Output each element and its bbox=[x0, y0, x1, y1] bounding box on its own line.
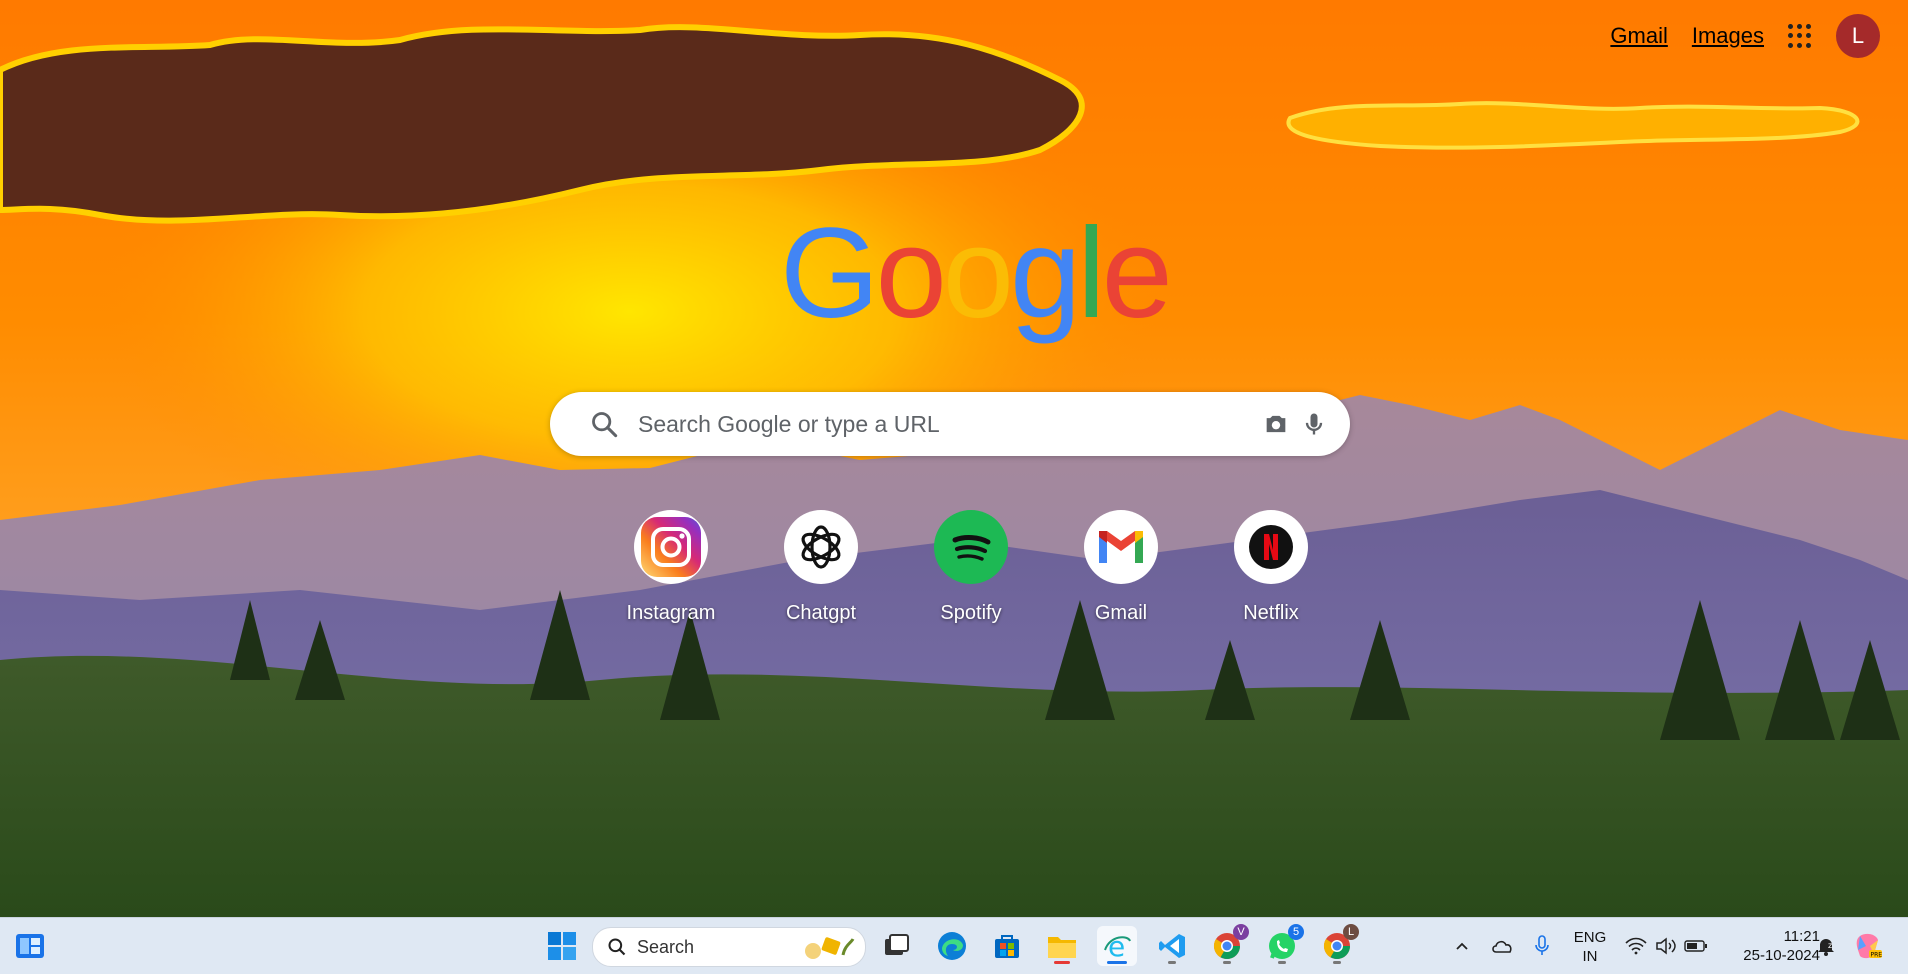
onedrive-cloud-icon[interactable] bbox=[1482, 926, 1522, 966]
microphone-icon[interactable] bbox=[1522, 926, 1562, 966]
gmail-link[interactable]: Gmail bbox=[1610, 23, 1667, 49]
microsoft-store-icon[interactable] bbox=[987, 926, 1027, 966]
search-box[interactable] bbox=[550, 392, 1350, 456]
chrome-profile-v-icon[interactable]: V bbox=[1207, 924, 1249, 966]
task-view-icon[interactable] bbox=[876, 926, 916, 966]
battery-icon[interactable] bbox=[1676, 926, 1716, 966]
logo-letter: l bbox=[1077, 202, 1106, 345]
app-running-indicator bbox=[1223, 961, 1231, 964]
logo-letter: o bbox=[875, 202, 947, 345]
search-icon bbox=[608, 938, 626, 956]
logo-letter: g bbox=[1009, 202, 1081, 345]
internet-explorer-icon[interactable]: e bbox=[1097, 926, 1137, 966]
svg-text:PRE: PRE bbox=[1871, 952, 1883, 959]
start-windows-icon[interactable] bbox=[542, 926, 582, 966]
taskbar-search-box[interactable]: Search bbox=[592, 927, 866, 967]
vscode-icon[interactable] bbox=[1152, 926, 1192, 966]
language-code: ENG bbox=[1573, 929, 1607, 946]
account-avatar[interactable]: L bbox=[1836, 14, 1880, 58]
chatgpt-icon bbox=[784, 510, 858, 584]
shortcut-label: Chatgpt bbox=[785, 602, 857, 624]
widgets-icon[interactable] bbox=[10, 926, 50, 966]
app-running-indicator bbox=[1333, 961, 1341, 964]
netflix-icon bbox=[1234, 510, 1308, 584]
file-explorer-icon[interactable] bbox=[1042, 926, 1082, 966]
search-input[interactable] bbox=[636, 409, 1240, 439]
taskbar-search-label: Search bbox=[637, 936, 695, 957]
shortcut-chatgpt[interactable]: Chatgpt bbox=[746, 510, 896, 625]
camera-icon[interactable] bbox=[1262, 410, 1290, 438]
search-icon bbox=[592, 412, 618, 438]
gmail-icon bbox=[1084, 510, 1158, 584]
app-running-indicator bbox=[1278, 961, 1286, 964]
windows-taskbar: Search e V 5 L ENG IN 11:21 25-10-2024 z… bbox=[0, 917, 1908, 974]
language-indicator[interactable]: ENG IN bbox=[1570, 928, 1610, 966]
top-links: Gmail Images L bbox=[1610, 14, 1880, 58]
edge-icon[interactable] bbox=[932, 926, 972, 966]
whatsapp-icon[interactable]: 5 bbox=[1262, 924, 1304, 966]
logo-letter: G bbox=[780, 202, 880, 345]
app-active-indicator bbox=[1107, 961, 1127, 964]
shortcut-instagram[interactable]: Instagram bbox=[596, 510, 746, 625]
shortcut-netflix[interactable]: Netflix bbox=[1196, 510, 1346, 625]
shortcut-label: Netflix bbox=[1243, 602, 1299, 624]
language-region: IN bbox=[1582, 948, 1598, 965]
spotify-icon bbox=[934, 510, 1008, 584]
shortcut-gmail[interactable]: Gmail bbox=[1046, 510, 1196, 625]
profile-badge: V bbox=[1233, 924, 1249, 940]
logo-letter: o bbox=[942, 202, 1014, 345]
logo-letter: e bbox=[1101, 202, 1173, 345]
app-running-indicator bbox=[1054, 961, 1070, 964]
profile-badge: L bbox=[1343, 924, 1359, 940]
images-link[interactable]: Images bbox=[1692, 23, 1764, 49]
svg-text:z: z bbox=[1828, 941, 1832, 950]
app-running-indicator bbox=[1168, 961, 1176, 964]
shortcut-label: Spotify bbox=[940, 602, 1002, 624]
notification-count-badge: 5 bbox=[1288, 924, 1304, 940]
google-logo: Google bbox=[780, 210, 1173, 338]
chrome-profile-l-icon[interactable]: L bbox=[1317, 924, 1359, 966]
shortcuts-row: Instagram Chatgpt Spotify Gmail Netflix bbox=[596, 510, 1346, 625]
search-highlight-icon bbox=[805, 937, 855, 959]
apps-grid-icon[interactable] bbox=[1788, 24, 1812, 48]
shortcut-label: Gmail bbox=[1094, 602, 1148, 624]
shortcut-spotify[interactable]: Spotify bbox=[896, 510, 1046, 625]
shortcut-label: Instagram bbox=[626, 602, 716, 624]
chevron-up-icon[interactable] bbox=[1442, 926, 1482, 966]
microphone-icon[interactable] bbox=[1300, 410, 1328, 438]
instagram-icon bbox=[634, 510, 708, 584]
svg-text:e: e bbox=[1108, 931, 1125, 961]
notification-bell-icon[interactable]: z bbox=[1806, 926, 1846, 966]
wallpaper-background bbox=[0, 0, 1908, 917]
copilot-icon[interactable]: PRE bbox=[1848, 926, 1888, 966]
